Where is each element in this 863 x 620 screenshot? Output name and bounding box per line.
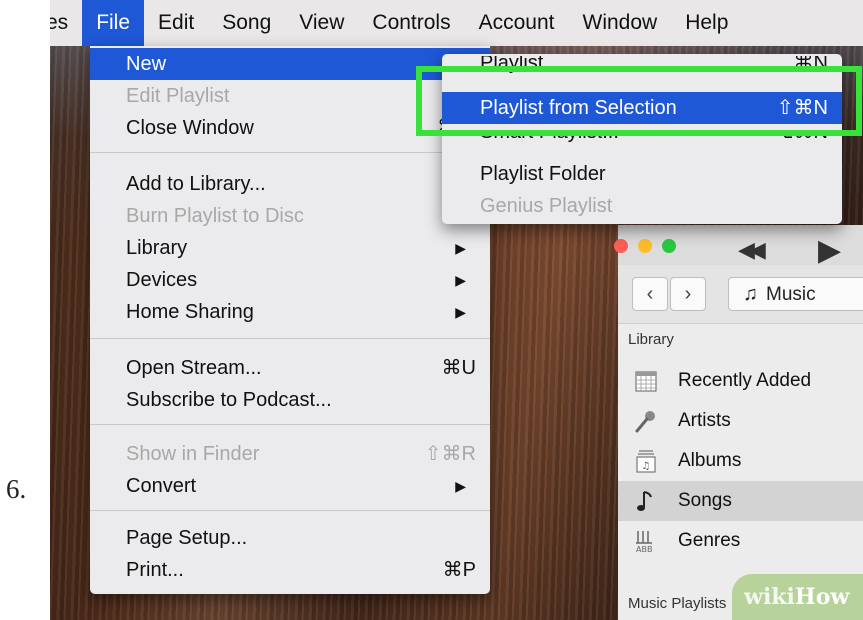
menu-item-label: Edit Playlist <box>126 85 230 107</box>
sidebar-item-songs[interactable]: Songs <box>618 481 863 521</box>
menu-item-page-setup[interactable]: Page Setup... <box>90 522 490 554</box>
library-heading: Library <box>628 331 674 348</box>
watermark-how: How <box>794 584 850 610</box>
menu-item-print[interactable]: Print... ⌘P <box>90 554 490 586</box>
menu-separator <box>90 424 490 425</box>
menu-item-label: Print... <box>126 559 184 581</box>
menu-item-burn-playlist: Burn Playlist to Disc <box>90 200 490 232</box>
music-note-icon: ♫ <box>743 283 758 305</box>
sidebar-item-albums[interactable]: ♫ Albums <box>618 441 863 481</box>
menu-item-label: Open Stream... <box>126 357 262 379</box>
svg-text:ABB: ABB <box>636 545 652 553</box>
menu-separator <box>90 152 490 153</box>
menu-item-subscribe-podcast[interactable]: Subscribe to Podcast... <box>90 384 490 416</box>
microphone-icon <box>635 411 655 433</box>
menu-bar: es File Edit Song View Controls Account … <box>50 0 863 46</box>
menubar-item-controls[interactable]: Controls <box>358 0 464 46</box>
submenu-arrow-icon: ▶ <box>455 240 466 256</box>
menu-item-label: Add to Library... <box>126 173 266 195</box>
wikihow-watermark: wikiHow <box>732 574 863 620</box>
forward-button[interactable]: › <box>670 277 706 311</box>
submenu-arrow-icon: ▶ <box>455 478 466 494</box>
sidebar-item-label: Recently Added <box>678 370 812 391</box>
menu-item-add-to-library[interactable]: Add to Library... ⌘O <box>90 168 490 200</box>
menu-item-home-sharing[interactable]: Home Sharing ▶ <box>90 296 490 328</box>
menubar-item-edit[interactable]: Edit <box>144 0 208 46</box>
sidebar-item-recently-added[interactable]: Recently Added <box>618 361 863 401</box>
menubar-item-itunes[interactable]: es <box>50 0 82 46</box>
minimize-dot-icon[interactable] <box>638 239 652 253</box>
menu-item-label: Playlist Folder <box>480 163 606 185</box>
sidebar-item-label: Genres <box>678 530 741 551</box>
sidebar-item-genres[interactable]: ABB Genres <box>618 521 863 561</box>
menu-item-convert[interactable]: Convert ▶ <box>90 470 490 502</box>
menubar-item-account[interactable]: Account <box>465 0 569 46</box>
menubar-item-file[interactable]: File <box>82 0 145 46</box>
highlight-callout <box>416 66 862 136</box>
menu-item-label: Subscribe to Podcast... <box>126 389 332 411</box>
menubar-item-view[interactable]: View <box>285 0 358 46</box>
media-picker-label: Music <box>766 284 816 305</box>
note-icon <box>637 491 652 511</box>
sidebar-item-label: Albums <box>678 450 742 471</box>
menu-item-shortcut: ⇧⌘R <box>424 443 476 465</box>
menu-item-genius-playlist: Genius Playlist <box>442 190 842 222</box>
play-icon[interactable]: ▶ <box>818 233 841 268</box>
itunes-window: ◀◀ ▶ ‹ › ♫ Music Library Recently Added A <box>614 225 863 620</box>
calendar-grid-icon <box>635 371 657 392</box>
menu-item-shortcut: ⌘U <box>441 357 476 379</box>
sidebar-item-label: Artists <box>678 410 731 431</box>
menu-item-label: Close Window <box>126 117 254 139</box>
playlists-heading: Music Playlists <box>628 595 727 612</box>
menu-item-label: Convert <box>126 475 197 497</box>
menu-item-devices[interactable]: Devices ▶ <box>90 264 490 296</box>
title-bar: ◀◀ ▶ <box>614 225 863 268</box>
menu-item-open-stream[interactable]: Open Stream... ⌘U <box>90 352 490 384</box>
watermark-wiki: wiki <box>744 584 795 610</box>
back-button[interactable]: ‹ <box>632 277 668 311</box>
menu-item-library[interactable]: Library ▶ <box>90 232 490 264</box>
menu-item-label: Devices <box>126 269 198 291</box>
screenshot: es File Edit Song View Controls Account … <box>50 0 863 620</box>
genres-icon: ABB <box>636 531 652 553</box>
menu-item-label: New <box>126 53 167 75</box>
menu-item-playlist-folder[interactable]: Playlist Folder <box>442 158 842 190</box>
submenu-arrow-icon: ▶ <box>455 304 466 320</box>
zoom-dot-icon[interactable] <box>662 239 676 253</box>
menu-item-label: Home Sharing <box>126 301 254 323</box>
menu-item-show-in-finder: Show in Finder ⇧⌘R <box>90 438 490 470</box>
rewind-icon[interactable]: ◀◀ <box>738 237 766 263</box>
sidebar-item-label: Songs <box>678 490 732 511</box>
submenu-arrow-icon: ▶ <box>455 272 466 288</box>
svg-text:♫: ♫ <box>642 461 651 472</box>
close-dot-icon[interactable] <box>614 239 628 253</box>
toolbar: ‹ › ♫ Music <box>618 265 863 324</box>
step-number: 6. <box>6 474 27 504</box>
menu-item-label: Burn Playlist to Disc <box>126 205 304 227</box>
menu-item-label: Show in Finder <box>126 443 260 465</box>
menu-separator <box>90 338 490 339</box>
menu-item-shortcut: ⌘P <box>442 559 476 581</box>
album-icon: ♫ <box>636 450 656 473</box>
menu-item-label: Page Setup... <box>126 527 248 549</box>
menubar-item-song[interactable]: Song <box>208 0 285 46</box>
menu-separator <box>90 510 490 511</box>
menubar-item-window[interactable]: Window <box>569 0 672 46</box>
menu-item-label: Genius Playlist <box>480 195 613 217</box>
sidebar-item-artists[interactable]: Artists <box>618 401 863 441</box>
menubar-item-help[interactable]: Help <box>671 0 742 46</box>
menu-item-label: Library <box>126 237 188 259</box>
media-picker-button[interactable]: ♫ Music <box>728 277 863 311</box>
